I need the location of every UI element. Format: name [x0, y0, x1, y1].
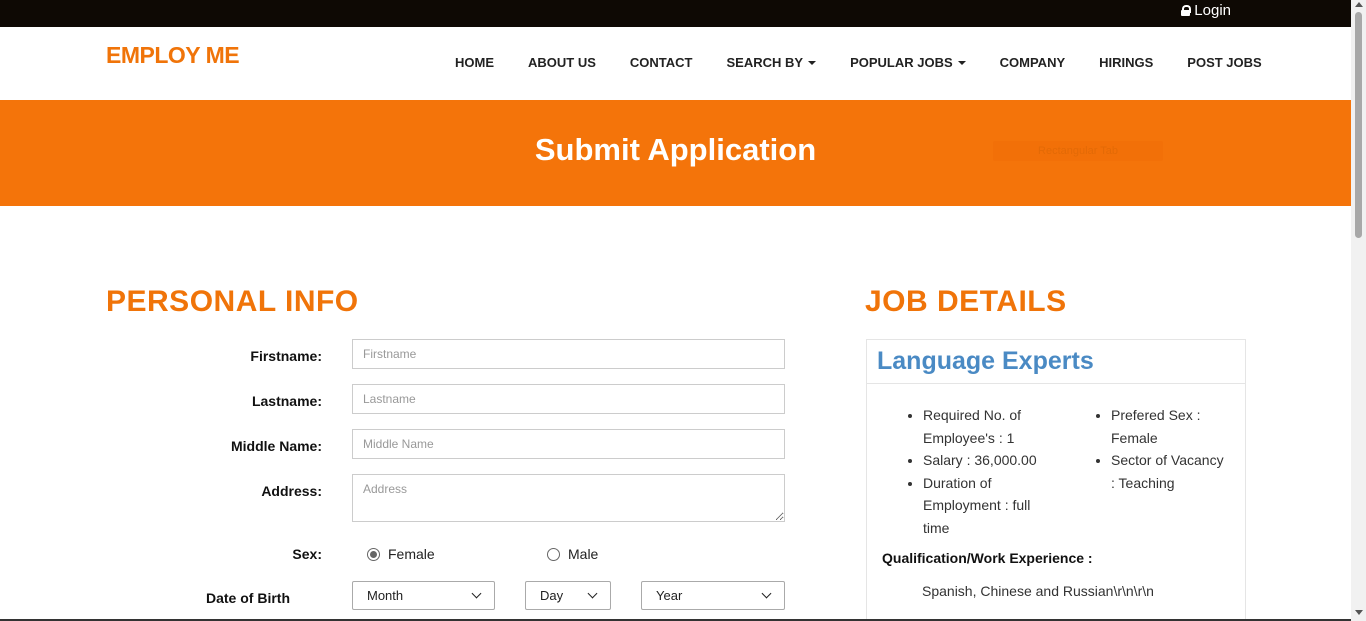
dob-label: Date of Birth [206, 590, 290, 606]
lastname-input[interactable] [352, 384, 785, 414]
dob-month-value: Month [367, 588, 404, 603]
dob-day-select[interactable]: Day [525, 581, 611, 610]
login-link[interactable]: Login [1181, 2, 1231, 19]
main-nav: HOME ABOUT US CONTACT SEARCH BY POPULAR … [455, 55, 1262, 70]
brand-logo[interactable]: EMPLOY ME [106, 42, 240, 69]
radio-unchecked-icon[interactable] [547, 547, 560, 561]
nav-search-by[interactable]: SEARCH BY [726, 55, 817, 70]
nav-home-label: HOME [455, 55, 494, 70]
lastname-label: Lastname: [251, 393, 322, 409]
chevron-down-icon [587, 588, 598, 599]
list-item: Required No. of Employee's : 1 [923, 404, 1043, 449]
nav-search-by-label: SEARCH BY [726, 55, 804, 70]
chevron-down-icon [471, 588, 482, 599]
nav-company[interactable]: COMPANY [1000, 55, 1065, 70]
list-item: Duration of Employment : full time [923, 472, 1043, 540]
radio-male-label: Male [568, 546, 599, 562]
top-bar: Login [0, 0, 1351, 27]
middle-name-input[interactable] [352, 429, 785, 459]
nav-contact-label: CONTACT [629, 55, 693, 70]
dob-day-value: Day [540, 588, 564, 603]
list-item: Prefered Sex : Female [1111, 404, 1226, 449]
nav-company-label: COMPANY [999, 55, 1066, 70]
caret-down-icon [808, 60, 817, 65]
login-label: Login [1194, 2, 1231, 19]
address-textarea[interactable] [352, 474, 785, 522]
middle-name-label: Middle Name: [230, 438, 322, 454]
sex-radio-male[interactable]: Male [547, 546, 598, 562]
list-item: Sector of Vacancy : Teaching [1111, 449, 1226, 494]
radio-checked-icon[interactable] [367, 547, 380, 561]
nav-contact[interactable]: CONTACT [630, 55, 693, 70]
dob-year-select[interactable]: Year [641, 581, 785, 610]
job-card-header: Language Experts [867, 340, 1245, 384]
caret-down-icon [957, 60, 966, 65]
nav-hirings[interactable]: HIRINGS [1099, 55, 1153, 70]
scroll-down-icon[interactable] [1355, 610, 1363, 615]
scroll-up-icon[interactable] [1355, 2, 1363, 7]
nav-post-jobs[interactable]: POST JOBS [1187, 55, 1261, 70]
page-banner: Submit Application Rectangular Tab [0, 100, 1351, 206]
radio-female-label: Female [388, 546, 435, 562]
job-details-column-1: Required No. of Employee's : 1 Salary : … [908, 404, 1043, 539]
qualification-label: Qualification/Work Experience : [882, 550, 1093, 566]
job-details-heading: JOB DETAILS [865, 285, 1067, 318]
nav-about-us-label: ABOUT US [528, 55, 596, 70]
firstname-input[interactable] [352, 339, 785, 369]
firstname-label: Firstname: [250, 348, 322, 364]
job-details-column-2: Prefered Sex : Female Sector of Vacancy … [1096, 404, 1226, 494]
nav-about-us[interactable]: ABOUT US [528, 55, 596, 70]
nav-post-jobs-label: POST JOBS [1187, 55, 1262, 70]
job-details-card: Language Experts Required No. of Employe… [866, 339, 1246, 621]
chevron-down-icon [761, 588, 772, 599]
nav-home[interactable]: HOME [455, 55, 494, 70]
sex-radio-female[interactable]: Female [367, 546, 435, 562]
qualification-value: Spanish, Chinese and Russian\r\n\r\n [922, 583, 1154, 599]
dob-year-value: Year [656, 588, 683, 603]
list-item: Salary : 36,000.00 [923, 449, 1043, 472]
sex-label: Sex: [292, 546, 322, 562]
job-title: Language Experts [877, 347, 1094, 375]
lock-icon [1181, 5, 1192, 16]
scrollbar-thumb[interactable] [1355, 12, 1362, 238]
navbar: EMPLOY ME HOME ABOUT US CONTACT SEARCH B… [0, 27, 1351, 100]
nav-popular-jobs[interactable]: POPULAR JOBS [850, 55, 966, 70]
page-scrollbar[interactable] [1351, 0, 1366, 621]
rectangular-tab-button[interactable]: Rectangular Tab [993, 141, 1163, 161]
nav-popular-jobs-label: POPULAR JOBS [850, 55, 953, 70]
nav-hirings-label: HIRINGS [1099, 55, 1154, 70]
dob-month-select[interactable]: Month [352, 581, 495, 610]
address-label: Address: [261, 483, 322, 499]
personal-info-heading: PERSONAL INFO [106, 285, 359, 318]
